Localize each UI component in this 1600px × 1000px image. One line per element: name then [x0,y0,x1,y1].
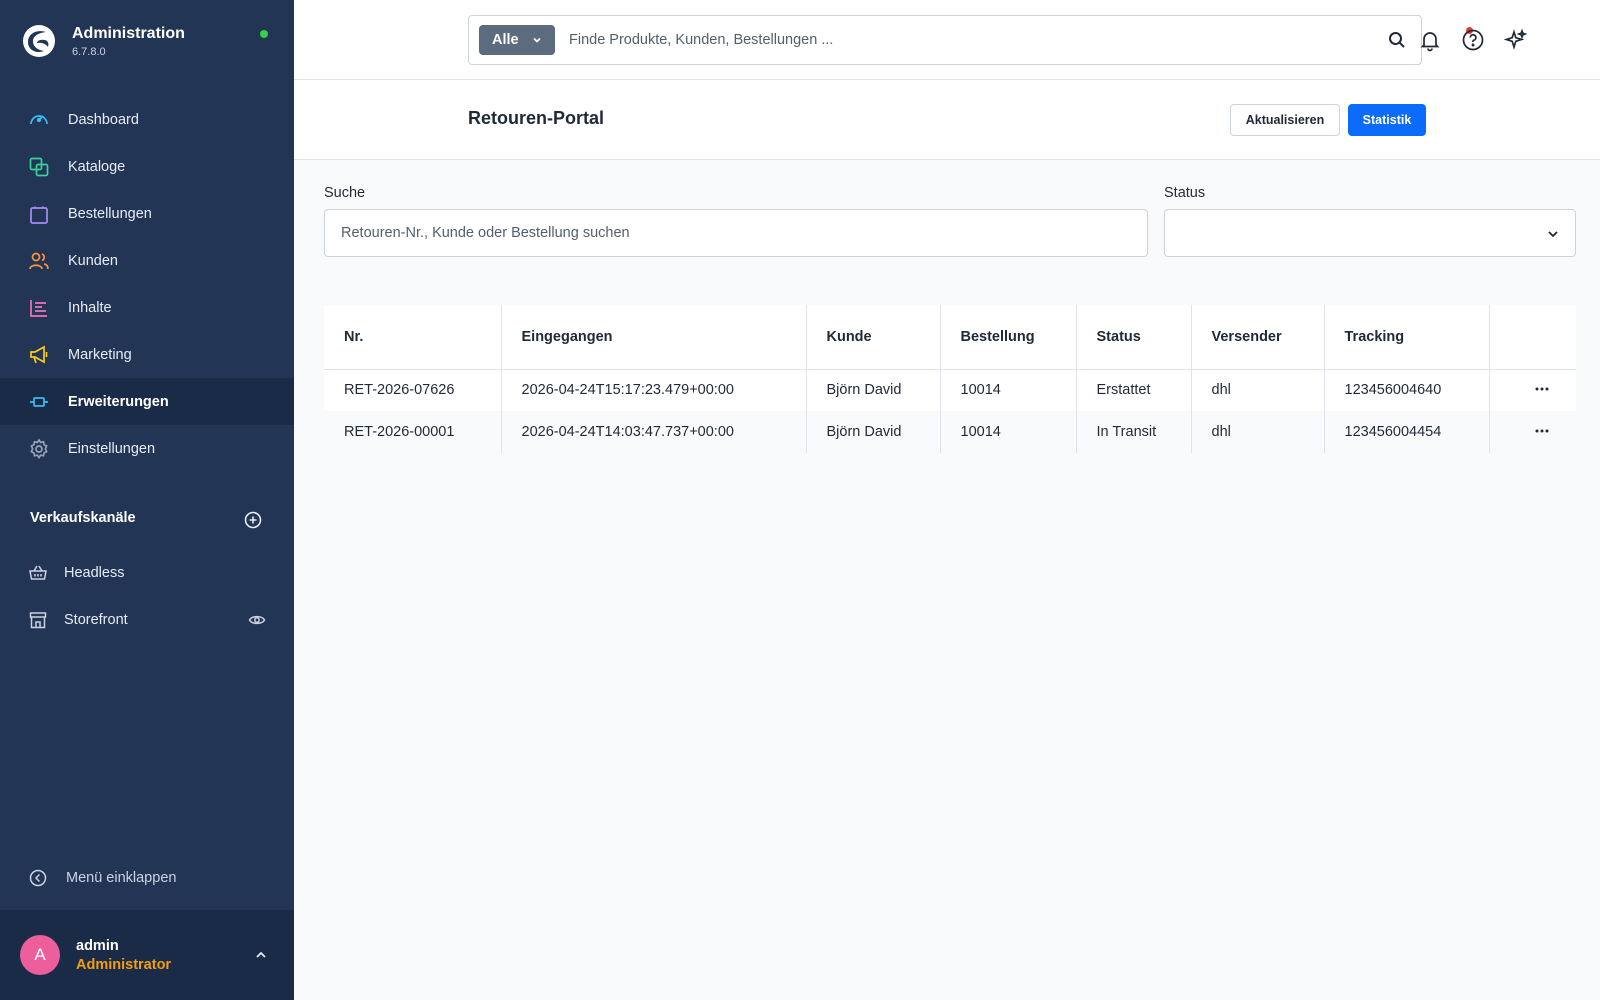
cell-received: 2026-04-24T14:03:47.737+00:00 [501,411,807,453]
column-header-status[interactable]: Status [1076,305,1192,370]
page-header: Retouren-Portal Aktualisieren Statistik [294,80,1600,160]
sales-channel-storefront[interactable]: Storefront [0,600,294,640]
eye-icon[interactable] [248,611,266,629]
search-field-label: Suche [324,185,366,201]
chevron-left-circle-icon [28,868,48,888]
cell-carrier: dhl [1191,369,1325,411]
main-nav: Dashboard Kataloge Bestellungen Kunden I… [0,96,294,472]
page-title: Retouren-Portal [468,108,605,128]
sidebar-item-content[interactable]: Inhalte [0,284,294,331]
online-status-dot [260,30,268,38]
refresh-button[interactable]: Aktualisieren [1230,104,1340,136]
plug-icon [28,391,50,413]
collapse-menu-label: Menü einklappen [66,870,177,886]
column-header-customer[interactable]: Kunde [806,305,941,370]
global-search: Alle [468,15,1422,65]
sidebar-item-marketing[interactable]: Marketing [0,331,294,378]
sidebar-item-orders[interactable]: Bestellungen [0,190,294,237]
returns-table: Nr. Eingegangen Kunde Bestellung Status … [324,305,1576,453]
sidebar-item-catalogs[interactable]: Kataloge [0,143,294,190]
search-scope-label: Alle [492,32,519,48]
ai-sparkle-icon[interactable] [1504,28,1528,52]
sales-channel-label: Headless [64,565,125,581]
help-icon[interactable] [1461,28,1485,52]
global-search-input[interactable] [569,24,1359,56]
app-title: Administration [72,25,185,42]
shopping-bag-icon [28,203,50,225]
search-icon[interactable] [1387,30,1407,50]
sidebar-item-customers[interactable]: Kunden [0,237,294,284]
sidebar-item-dashboard[interactable]: Dashboard [0,96,294,143]
table-header-row: Nr. Eingegangen Kunde Bestellung Status … [324,305,1576,370]
cell-customer: Björn David [806,411,941,453]
column-header-received[interactable]: Eingegangen [501,305,807,370]
cell-status: Erstattet [1076,369,1192,411]
app-version: 6.7.8.0 [72,46,106,58]
sidebar-item-extensions[interactable]: Erweiterungen [0,378,294,425]
chevron-down-icon [533,37,541,43]
cell-status: In Transit [1076,411,1192,453]
cell-actions [1489,369,1576,411]
user-name: admin [76,938,119,954]
sidebar-item-label: Marketing [68,346,132,363]
cell-received: 2026-04-24T15:17:23.479+00:00 [501,369,807,411]
cell-order: 10014 [940,369,1077,411]
search-scope-dropdown[interactable]: Alle [479,25,555,55]
avatar: A [20,935,60,975]
table-row[interactable]: RET-2026-07626 2026-04-24T15:17:23.479+0… [324,369,1576,411]
sidebar-item-label: Einstellungen [68,440,156,457]
add-sales-channel-icon[interactable] [243,510,263,530]
table-row[interactable]: RET-2026-00001 2026-04-24T14:03:47.737+0… [324,411,1576,453]
user-role: Administrator [76,957,172,973]
column-header-actions [1489,305,1576,370]
cell-order: 10014 [940,411,1077,453]
sidebar-item-label: Kataloge [68,158,126,175]
user-panel[interactable]: A admin Administrator [0,910,294,1000]
sales-channel-headless[interactable]: Headless [0,553,294,593]
content-icon [28,297,50,319]
cell-tracking: 123456004640 [1324,369,1490,411]
cell-nr: RET-2026-00001 [324,411,502,453]
status-select[interactable] [1164,209,1576,257]
cell-customer: Björn David [806,369,941,411]
megaphone-icon [28,344,50,366]
sidebar-item-label: Inhalte [68,299,112,316]
topbar: Alle [294,0,1600,80]
sidebar: Administration 6.7.8.0 Dashboard Katalog… [0,0,294,1000]
more-actions-icon[interactable] [1532,379,1552,399]
catalog-icon [28,156,50,178]
cell-actions [1489,411,1576,453]
basket-icon [28,563,48,583]
column-header-order[interactable]: Bestellung [940,305,1077,370]
cell-carrier: dhl [1191,411,1325,453]
more-actions-icon[interactable] [1532,421,1552,441]
returns-search-field [324,209,1148,257]
sidebar-item-label: Kunden [68,252,118,269]
users-icon [28,250,50,272]
storefront-icon [28,610,48,630]
cell-tracking: 123456004454 [1324,411,1490,453]
column-header-nr[interactable]: Nr. [324,305,502,370]
column-header-tracking[interactable]: Tracking [1324,305,1490,370]
sidebar-item-settings[interactable]: Einstellungen [0,425,294,472]
sales-channel-label: Storefront [64,612,128,628]
shopware-logo-icon [23,25,55,57]
dashboard-icon [28,109,50,131]
gear-icon [28,437,50,460]
statistics-button[interactable]: Statistik [1348,104,1426,136]
chevron-down-icon [1548,231,1558,238]
status-field-label: Status [1164,185,1206,201]
sidebar-item-label: Erweiterungen [68,393,169,410]
sidebar-item-label: Dashboard [68,111,139,128]
sales-channels-title: Verkaufskanäle [30,510,136,526]
cell-nr: RET-2026-07626 [324,369,502,411]
brand: Administration 6.7.8.0 [22,22,272,68]
column-header-carrier[interactable]: Versender [1191,305,1325,370]
bell-icon[interactable] [1418,28,1442,52]
collapse-menu-button[interactable]: Menü einklappen [28,866,176,890]
chevron-up-icon[interactable] [252,946,270,964]
returns-search-input[interactable] [341,218,1121,248]
sidebar-item-label: Bestellungen [68,205,152,222]
